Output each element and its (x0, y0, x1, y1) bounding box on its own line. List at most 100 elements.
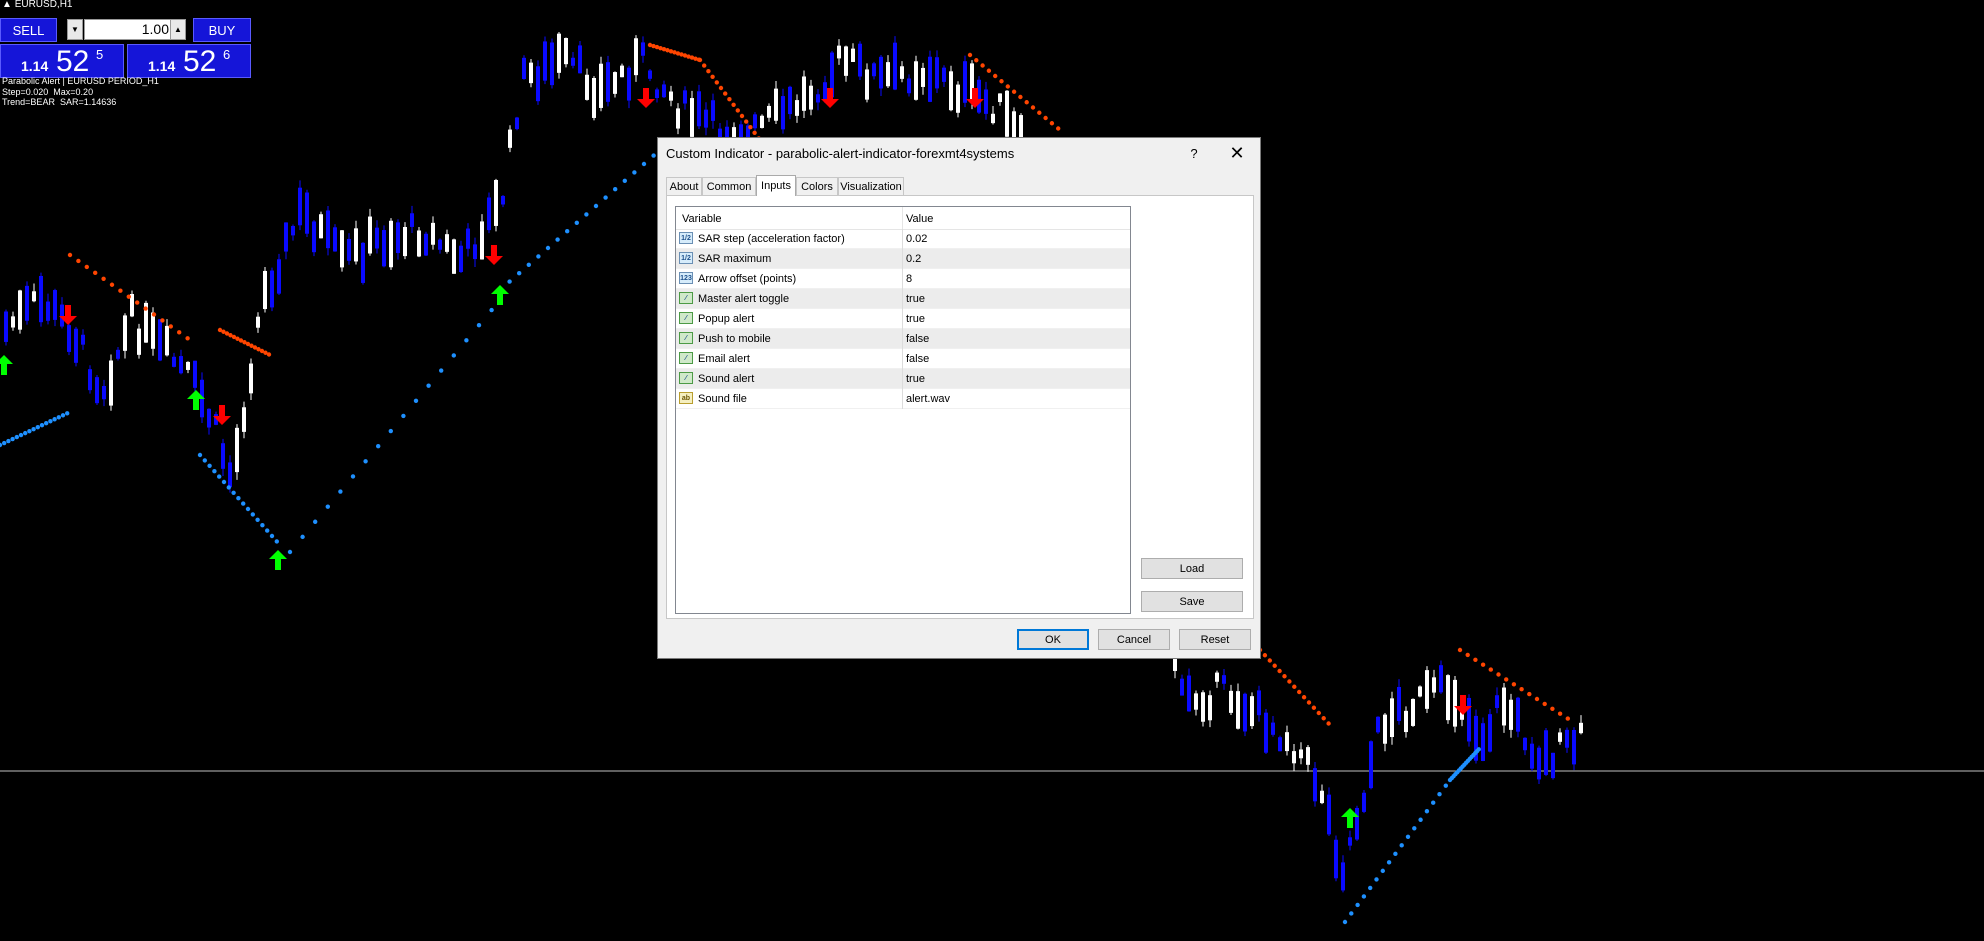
sar-dot (1316, 710, 1322, 716)
sar-dot (84, 264, 90, 270)
ask-price-box[interactable]: 1.14 52 6 (127, 44, 251, 78)
bid-price-box[interactable]: 1.14 52 5 (0, 44, 124, 78)
table-row[interactable]: ⁄ Master alert toggle true (676, 289, 1130, 309)
candle-body (67, 325, 71, 352)
bid-price-pips: 52 (56, 45, 90, 78)
sar-dot (1297, 689, 1302, 695)
candle-body (1250, 696, 1254, 727)
bid-price-fraction: 5 (96, 47, 104, 62)
lot-size-input[interactable]: 1.00 (84, 19, 176, 40)
candle-body (1397, 686, 1401, 721)
table-row[interactable]: ⁄ Email alert false (676, 349, 1130, 369)
lot-decrease-button[interactable]: ▼ (67, 19, 83, 40)
sar-dot (1431, 800, 1436, 805)
candle-body (60, 304, 64, 327)
sar-dot (651, 153, 656, 158)
table-row[interactable]: 123 Arrow offset (points) 8 (676, 269, 1130, 289)
lot-increase-button[interactable]: ▲ (170, 19, 186, 40)
sar-dot (1037, 110, 1042, 115)
reset-button[interactable]: Reset (1179, 629, 1251, 650)
candle-body (844, 46, 848, 76)
input-value[interactable]: 8 (906, 273, 912, 285)
candle-body (963, 61, 967, 103)
input-value[interactable]: 0.2 (906, 253, 921, 265)
input-value[interactable]: false (906, 333, 929, 345)
buy-button[interactable]: BUY (193, 18, 251, 42)
candle-body (466, 228, 470, 249)
candle-body (585, 74, 589, 100)
candle-body (270, 270, 274, 308)
sar-dot (986, 68, 992, 73)
table-row[interactable]: ab Sound file alert.wav (676, 389, 1130, 409)
tab-common[interactable]: Common (702, 177, 756, 195)
candle-body (186, 361, 190, 370)
candle-body (1488, 714, 1492, 752)
candle-body (1551, 752, 1555, 779)
candle-body (1271, 722, 1275, 735)
candle-body (620, 65, 624, 78)
string-type-icon: ab (679, 392, 693, 404)
table-row[interactable]: ⁄ Popup alert true (676, 309, 1130, 329)
tab-colors[interactable]: Colors (796, 177, 838, 195)
save-button[interactable]: Save (1141, 591, 1243, 612)
candle-body (1005, 90, 1009, 137)
candle-body (1537, 747, 1541, 780)
sar-dot (603, 195, 608, 200)
sar-dot (697, 57, 703, 63)
sar-dot (1550, 706, 1555, 711)
candle-body (46, 301, 50, 321)
table-row[interactable]: ⁄ Push to mobile false (676, 329, 1130, 349)
sar-dot (14, 434, 19, 440)
inputs-table[interactable]: Variable Value 1/2 SAR step (acceleration… (675, 206, 1131, 614)
table-row[interactable]: ⁄ Sound alert true (676, 369, 1130, 389)
input-value[interactable]: true (906, 313, 925, 325)
sar-dot (221, 479, 227, 485)
column-header-variable[interactable]: Variable (682, 213, 722, 225)
sar-dot (451, 353, 456, 358)
candle-body (53, 290, 57, 320)
cell-divider (902, 309, 903, 329)
input-variable-name: Arrow offset (points) (698, 273, 797, 285)
sar-dot (706, 69, 711, 74)
candle-body (256, 316, 260, 328)
input-value[interactable]: true (906, 293, 925, 305)
sar-dot (151, 312, 157, 317)
help-icon[interactable]: ? (1184, 143, 1204, 163)
sar-dot (439, 368, 444, 373)
table-row[interactable]: 1/2 SAR step (acceleration factor) 0.02 (676, 229, 1130, 249)
candle-body (578, 45, 582, 74)
candle-body (571, 57, 575, 66)
candle-body (1453, 679, 1457, 727)
input-value[interactable]: alert.wav (906, 393, 950, 405)
sar-dot (1, 440, 7, 446)
sar-dot (39, 423, 45, 428)
candle-body (690, 98, 694, 137)
sar-dot (325, 504, 330, 509)
tab-visualization[interactable]: Visualization (838, 177, 904, 195)
sar-dot (160, 318, 165, 323)
sell-arrow-icon (637, 88, 655, 108)
table-row[interactable]: 1/2 SAR maximum 0.2 (676, 249, 1130, 269)
candle-body (634, 38, 638, 76)
tab-inputs[interactable]: Inputs (756, 175, 796, 196)
sell-button[interactable]: SELL (0, 18, 57, 42)
sar-dot (1321, 716, 1326, 721)
load-button[interactable]: Load (1141, 558, 1243, 579)
candle-body (991, 113, 995, 124)
input-value[interactable]: false (906, 353, 929, 365)
candle-body (564, 38, 568, 65)
sar-dot (632, 170, 637, 175)
tab-about[interactable]: About (666, 177, 702, 195)
cancel-button[interactable]: Cancel (1098, 629, 1170, 650)
sar-dot (613, 187, 618, 192)
candle-body (1341, 862, 1345, 891)
column-divider[interactable] (902, 207, 903, 229)
sar-dot (236, 496, 241, 501)
input-value[interactable]: true (906, 373, 925, 385)
close-icon[interactable]: ✕ (1226, 142, 1248, 164)
ok-button[interactable]: OK (1017, 629, 1089, 650)
input-value[interactable]: 0.02 (906, 233, 927, 245)
candle-body (641, 42, 645, 56)
candle-body (984, 89, 988, 114)
column-header-value[interactable]: Value (906, 213, 933, 225)
